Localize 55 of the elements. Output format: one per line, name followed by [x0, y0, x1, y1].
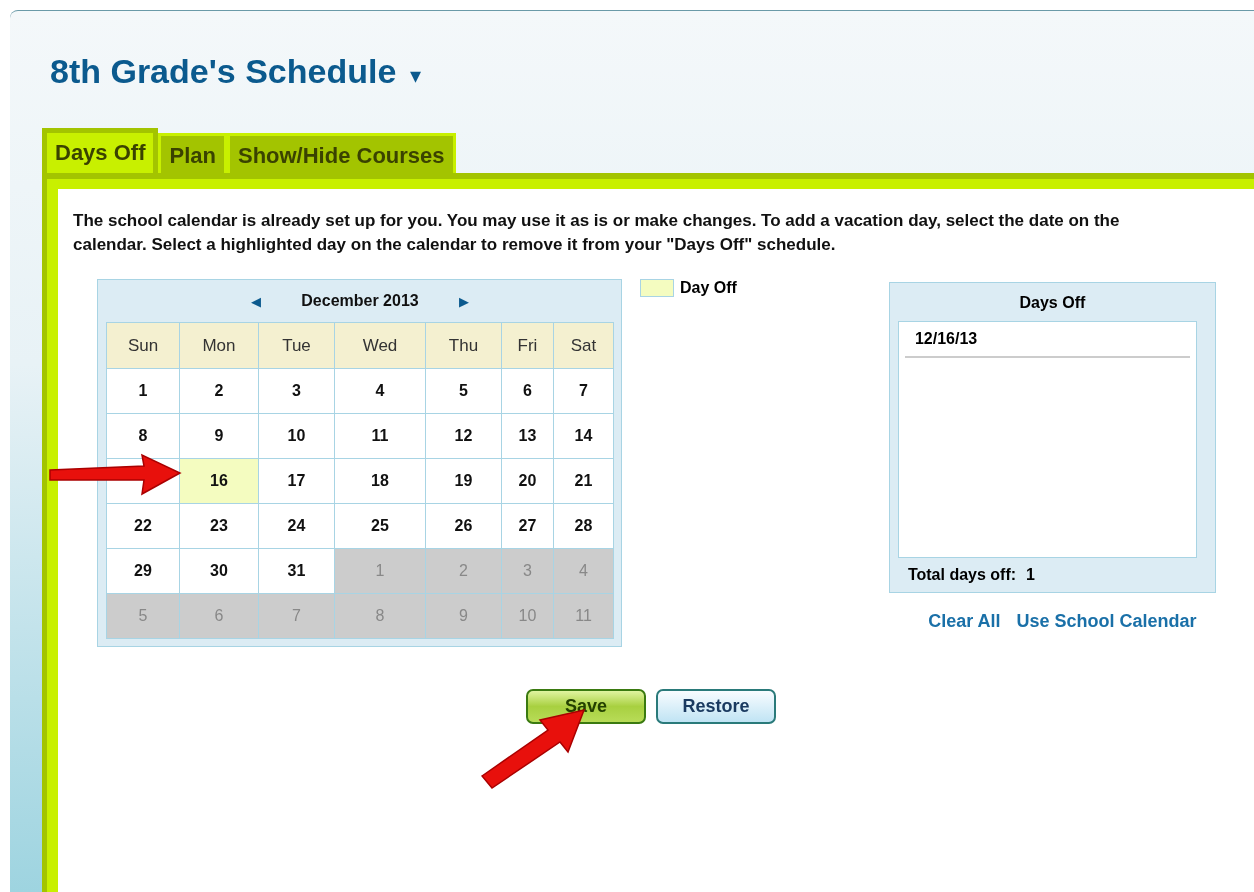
day-cell[interactable]: 19	[425, 458, 502, 504]
weekday-header: Tue	[258, 322, 335, 369]
tab[interactable]: Show/Hide Courses	[226, 133, 456, 173]
month-label: December 2013	[301, 292, 419, 310]
instructions-text: The school calendar is already set up for you. You may use it as is or make changes. To add a vacation day, select the date on the calendar. Select a highlighted day on the calendar to remove it from your "Days Off" schedule.	[73, 210, 1121, 256]
day-cell[interactable]: 5	[425, 368, 502, 414]
day-cell[interactable]: 6	[501, 368, 554, 414]
day-cell[interactable]: 12	[425, 413, 502, 459]
weekday-header: Wed	[334, 322, 426, 369]
next-month-button[interactable]: ▶	[458, 293, 469, 309]
weekday-header: Thu	[425, 322, 502, 369]
legend-swatch	[640, 279, 674, 297]
tab[interactable]: Days Off	[42, 128, 159, 173]
previous-month-button[interactable]: ◀	[251, 293, 262, 309]
day-cell[interactable]: 13	[501, 413, 554, 459]
weekday-header: Sat	[553, 322, 614, 369]
day-cell[interactable]: 22	[106, 503, 180, 549]
date-item[interactable]: 12/16/13	[904, 322, 1190, 358]
day-cell[interactable]: 2	[179, 368, 259, 414]
day-cell[interactable]: 18	[334, 458, 426, 504]
weekday-header: Fri	[501, 322, 554, 369]
day-cell[interactable]: 30	[179, 548, 259, 594]
day-cell[interactable]: 7	[553, 368, 614, 414]
legend-label: Day Off	[680, 279, 737, 297]
day-cell[interactable]: 17	[258, 458, 335, 504]
day-cell[interactable]: 1	[106, 368, 180, 414]
day-cell[interactable]: 26	[425, 503, 502, 549]
panel-title: Days Off	[1018, 293, 1087, 313]
link[interactable]: Clear All	[928, 611, 1001, 632]
day-cell[interactable]: 16	[179, 458, 259, 504]
day-cell[interactable]: 21	[553, 458, 614, 504]
day-cell[interactable]: 31	[258, 548, 335, 594]
day-cell[interactable]: 20	[501, 458, 554, 504]
tab[interactable]: Plan	[158, 133, 227, 173]
day-cell[interactable]: 25	[334, 503, 426, 549]
total-label: Total days off:	[907, 566, 1017, 584]
day-cell[interactable]: 9	[179, 413, 259, 459]
day-cell[interactable]: 3	[258, 368, 335, 414]
restore-button[interactable]: Restore	[656, 689, 776, 724]
day-cell[interactable]: 8	[106, 413, 180, 459]
day-cell[interactable]: 10	[258, 413, 335, 459]
weekday-header: Mon	[179, 322, 259, 369]
day-cell[interactable]: 11	[334, 413, 426, 459]
day-cell[interactable]: 28	[553, 503, 614, 549]
day-cell[interactable]: 14	[553, 413, 614, 459]
total-count: 1	[1026, 566, 1035, 584]
day-cell[interactable]: 4	[334, 368, 426, 414]
page-title: 8th Grade's Schedule	[50, 52, 397, 91]
weekday-header: Sun	[106, 322, 180, 369]
day-cell[interactable]: 27	[501, 503, 554, 549]
save-button[interactable]: Save	[526, 689, 646, 724]
day-cell[interactable]: 24	[258, 503, 335, 549]
link[interactable]: Use School Calendar	[1016, 611, 1197, 632]
day-cell[interactable]: 23	[179, 503, 259, 549]
day-cell[interactable]: 29	[106, 548, 180, 594]
